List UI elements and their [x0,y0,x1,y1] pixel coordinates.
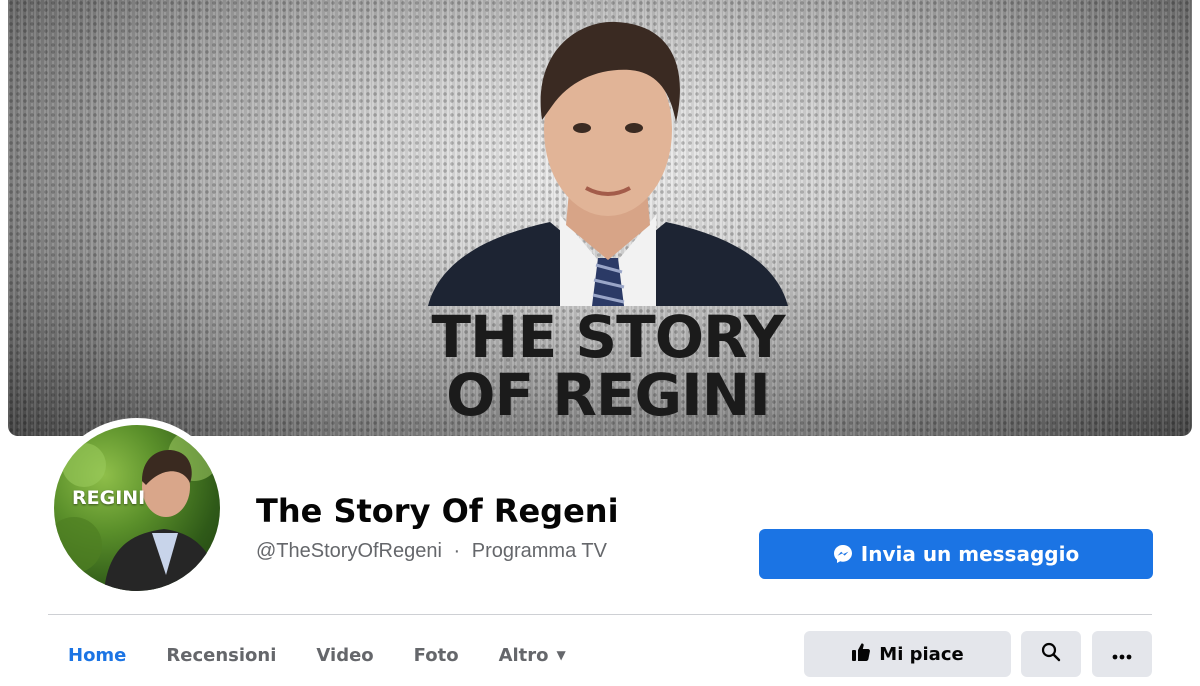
cover-title: THE STORY OF REGINI [308,308,908,424]
search-icon [1041,642,1061,667]
tab-home[interactable]: Home [48,645,146,666]
page-handle: @TheStoryOfRegeni [256,540,442,562]
cover-photo[interactable]: THE STORY OF REGINI [8,0,1192,436]
page-category[interactable]: Programma TV [472,540,607,562]
tab-video-label: Video [316,644,374,666]
like-button-label: Mi piace [879,643,964,665]
cover-title-line1: THE STORY [431,303,785,371]
more-dots-icon [1112,644,1132,665]
page-subtitle-separator: · [453,540,461,562]
send-message-label: Invia un messaggio [860,542,1080,566]
tab-reviews-label: Recensioni [166,644,277,666]
page-title: The Story Of Regeni [256,492,619,530]
tab-more-label: Altro [498,644,549,666]
page-tabs: Home Recensioni Video Foto Altro ▼ [48,630,586,680]
tab-reviews[interactable]: Recensioni [146,645,296,666]
thumbs-up-icon [851,642,871,667]
tab-photos-label: Foto [413,644,459,666]
send-message-button[interactable]: Invia un messaggio [759,529,1153,579]
tab-photos[interactable]: Foto [394,645,479,666]
messenger-icon [833,544,853,564]
cover-title-line2: OF REGINI [446,361,771,429]
tab-video[interactable]: Video [296,645,393,666]
search-button[interactable] [1021,631,1081,677]
caret-down-icon: ▼ [556,648,566,662]
cover-person-image [428,21,788,306]
page-subtitle: @TheStoryOfRegeni · Programma TV [256,540,607,563]
avatar[interactable]: REGINI [54,425,220,591]
tab-more[interactable]: Altro ▼ [479,645,586,666]
header-divider [48,614,1152,615]
like-button[interactable]: Mi piace [804,631,1011,677]
avatar-label: REGINI [72,487,146,509]
tab-home-label: Home [68,644,127,666]
more-options-button[interactable] [1092,631,1152,677]
